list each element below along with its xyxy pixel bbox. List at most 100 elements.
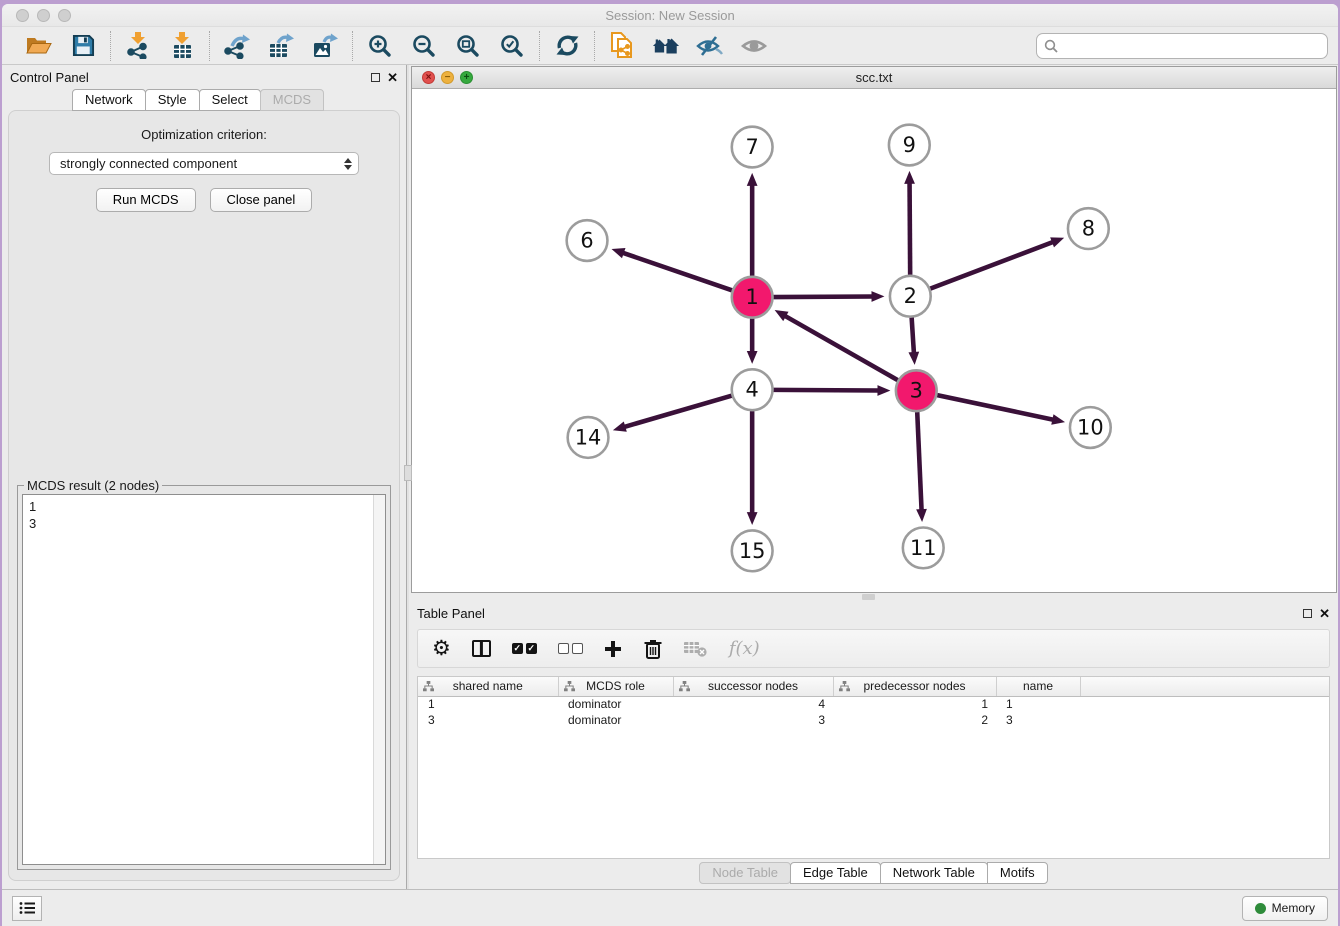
graph-node-label: 8 bbox=[1082, 217, 1095, 241]
close-panel-button[interactable]: Close panel bbox=[210, 188, 313, 212]
graph-edge[interactable] bbox=[624, 396, 731, 427]
graph-edge[interactable] bbox=[774, 296, 873, 297]
float-panel-icon[interactable] bbox=[371, 73, 380, 82]
open-session-button[interactable] bbox=[25, 32, 53, 60]
horizontal-splitter[interactable] bbox=[409, 593, 1338, 601]
graph-edge[interactable] bbox=[910, 183, 911, 275]
cell-mcds-role[interactable]: dominator bbox=[558, 696, 673, 712]
column-header-mcds-role[interactable]: MCDS role bbox=[558, 677, 673, 696]
tab-style[interactable]: Style bbox=[145, 89, 200, 111]
tab-network[interactable]: Network bbox=[72, 89, 146, 111]
run-mcds-button[interactable]: Run MCDS bbox=[96, 188, 196, 212]
tab-edge-table[interactable]: Edge Table bbox=[790, 862, 881, 884]
graph-edge[interactable] bbox=[785, 316, 898, 380]
zoom-selected-button[interactable] bbox=[498, 32, 526, 60]
cell-shared-name[interactable]: 1 bbox=[418, 696, 558, 712]
table-panel-title: Table Panel bbox=[417, 606, 485, 621]
export-network-button[interactable] bbox=[223, 32, 251, 60]
graph-node-label: 10 bbox=[1077, 415, 1104, 439]
cell-predecessor-nodes[interactable]: 1 bbox=[833, 696, 996, 712]
delete-column-trash-icon[interactable] bbox=[643, 636, 663, 662]
column-header-predecessor-nodes[interactable]: predecessor nodes bbox=[833, 677, 996, 696]
table-settings-gear-icon[interactable]: ⚙ bbox=[432, 636, 451, 662]
column-header-name[interactable]: name bbox=[996, 677, 1080, 696]
graph-node-label: 1 bbox=[746, 285, 759, 309]
graph-node-label: 14 bbox=[575, 425, 602, 449]
import-network-button[interactable] bbox=[124, 32, 152, 60]
memory-label: Memory bbox=[1272, 901, 1315, 915]
apply-layout-button[interactable] bbox=[553, 32, 581, 60]
main-toolbar bbox=[2, 26, 1338, 65]
panel-splitter[interactable] bbox=[406, 65, 409, 889]
graph-edge[interactable] bbox=[774, 390, 879, 391]
cell-name[interactable]: 3 bbox=[996, 712, 1080, 728]
mcds-result-title: MCDS result (2 nodes) bbox=[24, 478, 162, 493]
graph-edge[interactable] bbox=[930, 242, 1053, 289]
optimization-criterion-select[interactable]: strongly connected component bbox=[49, 152, 359, 175]
close-panel-icon[interactable]: ✕ bbox=[387, 73, 398, 82]
network-graph[interactable]: 7968124314101511 bbox=[412, 89, 1336, 592]
export-table-button[interactable] bbox=[267, 32, 295, 60]
close-table-panel-icon[interactable]: ✕ bbox=[1319, 609, 1330, 618]
memory-button[interactable]: Memory bbox=[1242, 896, 1328, 921]
horizontal-splitter-grip[interactable] bbox=[862, 594, 875, 600]
save-session-button[interactable] bbox=[69, 32, 97, 60]
deselect-all-columns-icon[interactable] bbox=[558, 636, 583, 662]
mcds-result-line: 1 bbox=[29, 498, 379, 515]
graph-edge[interactable] bbox=[917, 412, 921, 510]
zoom-in-button[interactable] bbox=[366, 32, 394, 60]
edge-arrowhead bbox=[1050, 237, 1064, 247]
edge-arrowhead bbox=[871, 291, 884, 302]
export-image-button[interactable] bbox=[311, 32, 339, 60]
status-bar: Memory bbox=[2, 889, 1338, 926]
graph-edge[interactable] bbox=[937, 395, 1053, 420]
clone-network-button[interactable] bbox=[608, 32, 636, 60]
tab-node-table[interactable]: Node Table bbox=[699, 862, 791, 884]
column-header-successor-nodes[interactable]: successor nodes bbox=[673, 677, 833, 696]
add-column-icon[interactable] bbox=[604, 636, 622, 662]
graph-edge[interactable] bbox=[912, 318, 914, 353]
splitter-grip[interactable] bbox=[404, 465, 412, 481]
home-networks-button[interactable] bbox=[652, 32, 680, 60]
zoom-fit-button[interactable] bbox=[454, 32, 482, 60]
edge-arrowhead bbox=[904, 171, 915, 184]
search-input[interactable] bbox=[1036, 33, 1328, 59]
search-box bbox=[1036, 33, 1328, 59]
graph-edge[interactable] bbox=[623, 253, 732, 290]
zoom-out-button[interactable] bbox=[410, 32, 438, 60]
edge-arrowhead bbox=[908, 352, 919, 365]
network-title: scc.txt bbox=[412, 70, 1336, 85]
cell-successor-nodes[interactable]: 4 bbox=[673, 696, 833, 712]
title-bar: Session: New Session bbox=[2, 4, 1338, 26]
float-table-panel-icon[interactable] bbox=[1303, 609, 1312, 618]
select-all-columns-icon[interactable]: ✓✓ bbox=[512, 636, 537, 662]
control-panel-title: Control Panel bbox=[10, 70, 89, 85]
task-history-button[interactable] bbox=[12, 896, 42, 921]
tab-network-table[interactable]: Network Table bbox=[880, 862, 988, 884]
import-table-button[interactable] bbox=[168, 32, 196, 60]
cell-successor-nodes[interactable]: 3 bbox=[673, 712, 833, 728]
edge-arrowhead bbox=[747, 173, 758, 186]
optimization-criterion-value: strongly connected component bbox=[60, 156, 237, 171]
show-columns-icon[interactable] bbox=[472, 636, 491, 662]
cell-predecessor-nodes[interactable]: 2 bbox=[833, 712, 996, 728]
tab-motifs[interactable]: Motifs bbox=[987, 862, 1048, 884]
hide-panel-eye-icon[interactable] bbox=[696, 32, 724, 60]
table-tabs: Node Table Edge Table Network Table Moti… bbox=[409, 859, 1338, 889]
result-scrollbar[interactable] bbox=[373, 495, 385, 864]
cell-name[interactable]: 1 bbox=[996, 696, 1080, 712]
edge-arrowhead bbox=[877, 385, 890, 396]
hierarchy-icon bbox=[679, 681, 690, 695]
show-panel-eye-icon bbox=[740, 32, 768, 60]
table-row[interactable]: 1 dominator 4 1 1 bbox=[418, 696, 1329, 712]
tab-mcds[interactable]: MCDS bbox=[260, 89, 324, 111]
tab-select[interactable]: Select bbox=[199, 89, 261, 111]
table-panel: Table Panel ✕ ⚙ ✓✓ bbox=[409, 601, 1338, 889]
cell-shared-name[interactable]: 3 bbox=[418, 712, 558, 728]
edge-arrowhead bbox=[1051, 414, 1065, 425]
control-panel: Control Panel ✕ Network Style Select MCD… bbox=[2, 65, 406, 889]
table-row[interactable]: 3 dominator 3 2 3 bbox=[418, 712, 1329, 728]
cell-mcds-role[interactable]: dominator bbox=[558, 712, 673, 728]
column-header-shared-name[interactable]: shared name bbox=[418, 677, 558, 696]
hierarchy-icon bbox=[839, 681, 850, 695]
